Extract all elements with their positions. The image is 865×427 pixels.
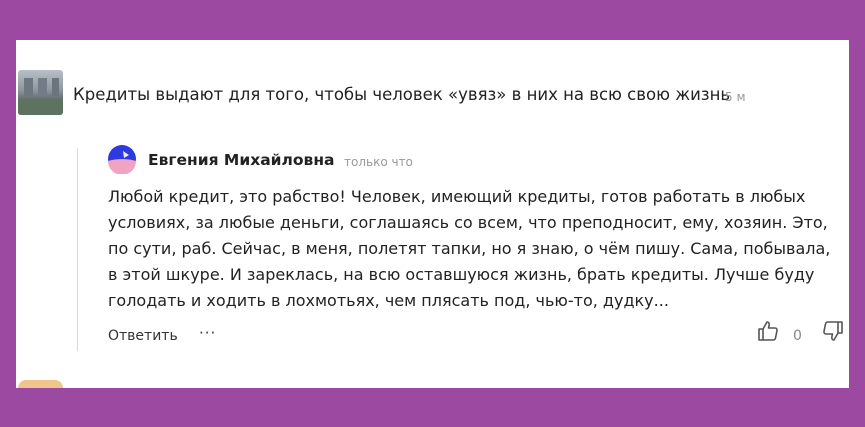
reply-timestamp: только что <box>344 155 413 169</box>
zen-logo-icon[interactable] <box>107 144 137 174</box>
reply-text: Любой кредит, это рабство! Человек, имею… <box>108 187 831 310</box>
thread-line <box>77 148 78 351</box>
comment-timestamp: 5 м <box>725 90 746 104</box>
comment-text: Кредиты выдают для того, чтобы человек «… <box>73 85 731 104</box>
reply-author[interactable]: Евгения Михайловна <box>148 151 335 169</box>
thumbs-down-icon[interactable] <box>821 319 845 343</box>
more-options-button[interactable]: ··· <box>199 324 216 342</box>
commenter-avatar[interactable] <box>18 70 63 115</box>
next-commenter-avatar[interactable] <box>18 380 63 388</box>
reply-button[interactable]: Ответить <box>108 328 178 344</box>
thumbs-up-icon[interactable] <box>756 319 780 343</box>
comment-card: Кредиты выдают для того, чтобы человек «… <box>16 40 849 388</box>
like-count: 0 <box>793 328 802 344</box>
